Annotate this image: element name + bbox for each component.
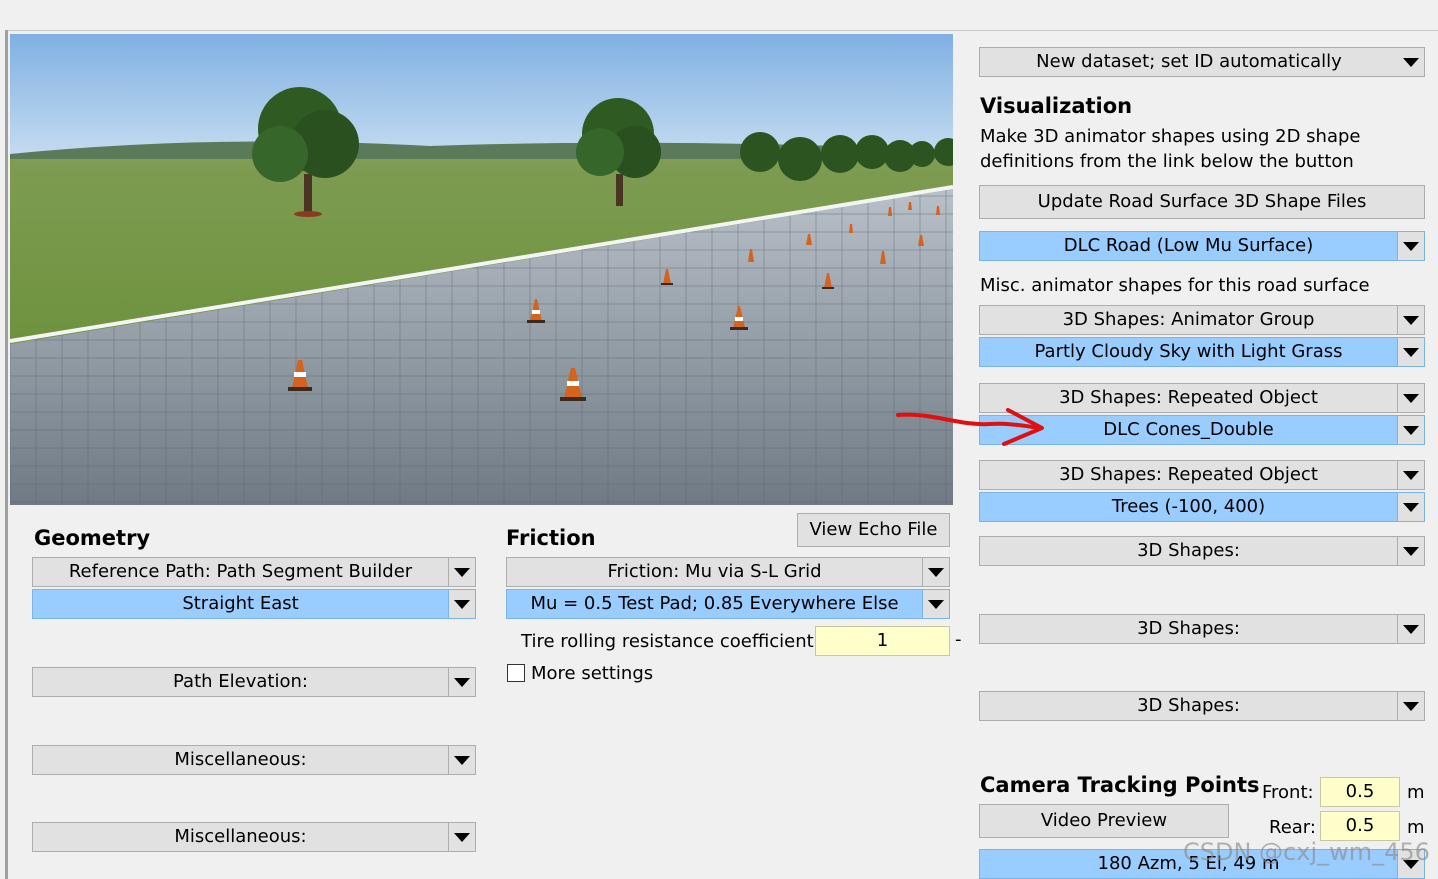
miscellaneous-dropdown-2[interactable]: Miscellaneous: [32, 822, 476, 852]
dataset-dropdown-label: New dataset; set ID automatically [1036, 51, 1342, 72]
chevron-down-icon[interactable] [922, 590, 949, 618]
visualization-heading: Visualization [980, 94, 1133, 118]
reference-path-dataset-dropdown[interactable]: Straight East [32, 589, 476, 619]
friction-dataset-dropdown[interactable]: Mu = 0.5 Test Pad; 0.85 Everywhere Else [506, 589, 950, 619]
path-elevation-dropdown[interactable]: Path Elevation: [32, 667, 476, 697]
chevron-down-icon[interactable] [1398, 48, 1424, 76]
geometry-heading: Geometry [34, 526, 151, 550]
video-preview-button[interactable]: Video Preview [979, 804, 1229, 838]
chevron-down-icon[interactable] [448, 668, 475, 696]
shape-slot-3-category[interactable]: 3D Shapes: Repeated Object [979, 460, 1425, 490]
chevron-down-icon[interactable] [1397, 537, 1424, 565]
front-label: Front: [1262, 782, 1314, 803]
friction-heading: Friction [506, 526, 596, 550]
chevron-down-icon[interactable] [448, 746, 475, 774]
chevron-down-icon[interactable] [448, 558, 475, 586]
panel-top-border [8, 30, 1438, 31]
chevron-down-icon[interactable] [1397, 461, 1424, 489]
shape-slot-4-category-label: 3D Shapes: [1137, 540, 1240, 561]
shape-slot-3-dataset-label: Trees (-100, 400) [1111, 496, 1266, 517]
friction-dataset-label: Mu = 0.5 Test Pad; 0.85 Everywhere Else [530, 593, 899, 614]
view-echo-file-button[interactable]: View Echo File [797, 513, 950, 547]
front-unit: m [1407, 782, 1425, 803]
chevron-down-icon[interactable] [1397, 692, 1424, 720]
watermark: CSDN @cxj_wm_456 [1183, 838, 1430, 866]
chevron-down-icon[interactable] [1397, 338, 1424, 366]
rear-input[interactable]: 0.5 [1320, 811, 1400, 841]
shape-slot-4-category[interactable]: 3D Shapes: [979, 536, 1425, 566]
chevron-down-icon[interactable] [1397, 416, 1424, 444]
more-settings-label: More settings [531, 663, 654, 684]
chevron-down-icon[interactable] [922, 558, 949, 586]
update-road-surface-button[interactable]: Update Road Surface 3D Shape Files [979, 185, 1425, 219]
panel-left-border [5, 30, 8, 879]
shape-slot-1-dataset[interactable]: Partly Cloudy Sky with Light Grass [979, 337, 1425, 367]
friction-category-label: Friction: Mu via S-L Grid [607, 561, 822, 582]
chevron-down-icon[interactable] [1397, 384, 1424, 412]
visualization-description-line1: Make 3D animator shapes using 2D shape [980, 126, 1361, 147]
front-input[interactable]: 0.5 [1320, 777, 1400, 807]
miscellaneous-label-2: Miscellaneous: [174, 826, 307, 847]
shape-slot-6-category[interactable]: 3D Shapes: [979, 691, 1425, 721]
chevron-down-icon[interactable] [1397, 493, 1424, 521]
shape-slot-1-category-label: 3D Shapes: Animator Group [1062, 309, 1315, 330]
miscellaneous-dropdown-1[interactable]: Miscellaneous: [32, 745, 476, 775]
camera-heading: Camera Tracking Points [980, 773, 1260, 797]
chevron-down-icon[interactable] [1397, 232, 1424, 260]
chevron-down-icon[interactable] [1397, 306, 1424, 334]
shape-slot-6-category-label: 3D Shapes: [1137, 695, 1240, 716]
shape-slot-5-category-label: 3D Shapes: [1137, 618, 1240, 639]
shape-slot-3-dataset[interactable]: Trees (-100, 400) [979, 492, 1425, 522]
road-3d-preview [10, 34, 953, 505]
miscellaneous-label-1: Miscellaneous: [174, 749, 307, 770]
chevron-down-icon[interactable] [448, 823, 475, 851]
reference-path-category-dropdown[interactable]: Reference Path: Path Segment Builder [32, 557, 476, 587]
reference-path-dataset-label: Straight East [182, 593, 299, 614]
rolling-resistance-input[interactable]: 1 [815, 626, 950, 656]
shape-slot-5-category[interactable]: 3D Shapes: [979, 614, 1425, 644]
more-settings-checkbox[interactable] [507, 664, 525, 682]
rolling-resistance-unit: - [955, 629, 962, 650]
friction-category-dropdown[interactable]: Friction: Mu via S-L Grid [506, 557, 950, 587]
road-shape-dropdown[interactable]: DLC Road (Low Mu Surface) [979, 231, 1425, 261]
rear-label: Rear: [1269, 817, 1316, 838]
visualization-description-line2: definitions from the link below the butt… [980, 151, 1354, 172]
chevron-down-icon[interactable] [1397, 615, 1424, 643]
chevron-down-icon[interactable] [448, 590, 475, 618]
dataset-dropdown[interactable]: New dataset; set ID automatically [979, 47, 1425, 77]
red-arrow-annotation [896, 408, 1044, 446]
rear-unit: m [1407, 817, 1425, 838]
shape-slot-1-category[interactable]: 3D Shapes: Animator Group [979, 305, 1425, 335]
shape-slot-1-dataset-label: Partly Cloudy Sky with Light Grass [1034, 341, 1343, 362]
path-elevation-label: Path Elevation: [173, 671, 308, 692]
reference-path-category-label: Reference Path: Path Segment Builder [68, 561, 413, 582]
shape-slot-3-category-label: 3D Shapes: Repeated Object [1059, 464, 1318, 485]
rolling-resistance-label: Tire rolling resistance coefficient: [521, 631, 820, 652]
road-shape-label: DLC Road (Low Mu Surface) [1063, 235, 1314, 256]
misc-shapes-label: Misc. animator shapes for this road surf… [980, 275, 1370, 296]
